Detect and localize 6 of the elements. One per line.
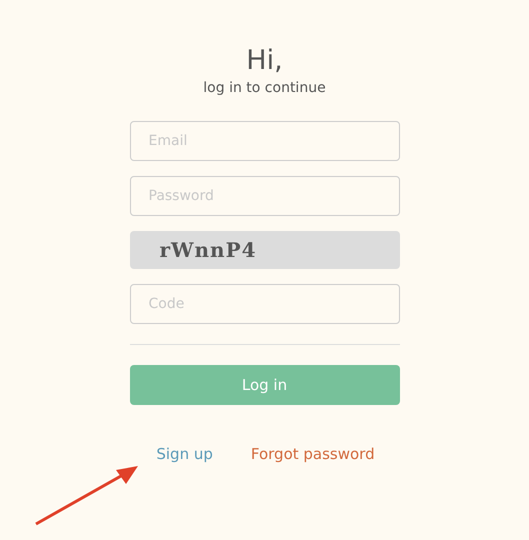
link[interactable]: Forgot password [250, 443, 375, 466]
captcha-image: rWnnP4 [130, 231, 400, 269]
link[interactable]: Sign up [156, 443, 213, 466]
heading: Hi, [246, 44, 283, 78]
login-button[interactable]: Log in [130, 365, 400, 405]
subheading: log in to continue [203, 79, 326, 97]
